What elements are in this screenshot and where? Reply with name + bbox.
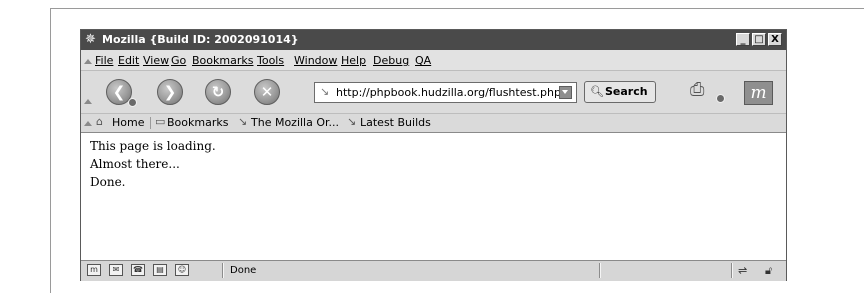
status-bar: m ✉ ☎ ▤ ☺ Done ⇌ 🔓︎: [81, 260, 786, 281]
url-text[interactable]: http://phpbook.hudzilla.org/flushtest.ph…: [336, 86, 561, 99]
print-icon[interactable]: ⎙: [690, 80, 718, 100]
menu-bar: File Edit View Go Bookmarks Tools Window…: [81, 50, 786, 71]
menu-view[interactable]: View: [143, 54, 169, 67]
menu-bookmarks[interactable]: Bookmarks: [192, 54, 253, 67]
status-text: Done: [230, 265, 257, 276]
status-divider: [731, 263, 733, 278]
search-button[interactable]: 🔍︎ Search: [584, 81, 656, 103]
composer-icon[interactable]: ▤: [153, 264, 167, 276]
minimize-button[interactable]: _: [736, 33, 750, 46]
connection-icon[interactable]: ⇌: [738, 264, 747, 277]
bookmark-icon[interactable]: ↘: [238, 115, 247, 128]
print-dropdown-icon[interactable]: [716, 94, 725, 103]
url-input[interactable]: ↘ http://phpbook.hudzilla.org/flushtest.…: [314, 82, 577, 103]
search-icon: 🔍︎: [590, 85, 604, 98]
menu-qa[interactable]: QA: [415, 54, 431, 67]
browser-window: ✵ Mozilla {Build ID: 2002091014} _ □ X F…: [80, 29, 787, 281]
menu-debug[interactable]: Debug: [373, 54, 409, 67]
irc-icon[interactable]: ☺: [175, 264, 189, 276]
page-frame-left: [50, 8, 51, 293]
home-icon[interactable]: ⌂: [96, 115, 103, 128]
url-dropdown-icon[interactable]: [559, 86, 572, 99]
title-bar[interactable]: ✵ Mozilla {Build ID: 2002091014} _ □ X: [81, 30, 786, 50]
lock-icon[interactable]: 🔓︎: [765, 264, 772, 277]
maximize-button[interactable]: □: [752, 33, 766, 46]
folder-icon[interactable]: ▭: [155, 115, 165, 128]
toolbar-grip-icon[interactable]: [84, 59, 92, 64]
content-line: Done.: [90, 175, 126, 189]
stop-icon[interactable]: ✕: [254, 79, 280, 105]
mozilla-m-icon[interactable]: m: [744, 81, 773, 105]
content-line: Almost there...: [90, 157, 180, 171]
menu-tools[interactable]: Tools: [257, 54, 284, 67]
menu-edit[interactable]: Edit: [118, 54, 139, 67]
page-proxy-icon[interactable]: ↘: [320, 85, 329, 98]
bookmarks-button[interactable]: Bookmarks: [167, 116, 228, 129]
toolbar-grip-icon[interactable]: [84, 121, 92, 126]
home-button[interactable]: Home: [112, 116, 144, 129]
menu-help[interactable]: Help: [341, 54, 366, 67]
mail-icon[interactable]: ✉: [109, 264, 123, 276]
bookmark-icon[interactable]: ↘: [347, 115, 356, 128]
page-content: This page is loading. Almost there... Do…: [81, 133, 786, 260]
navigator-icon[interactable]: m: [87, 264, 101, 276]
navigation-toolbar: ❮ ❯ ↻ ✕ ↘ http://phpbook.hudzilla.org/fl…: [81, 71, 786, 114]
status-divider: [222, 263, 224, 278]
reload-icon[interactable]: ↻: [205, 79, 231, 105]
toolbar-separator: [150, 117, 151, 129]
bookmark-mozilla-org[interactable]: The Mozilla Or...: [251, 116, 339, 129]
search-label: Search: [605, 85, 648, 98]
menu-window[interactable]: Window: [294, 54, 337, 67]
back-dropdown-icon[interactable]: [128, 98, 137, 107]
content-line: This page is loading.: [90, 139, 216, 153]
addressbook-icon[interactable]: ☎: [131, 264, 145, 276]
mozilla-icon: ✵: [85, 32, 96, 47]
personal-toolbar: ⌂ Home ▭ Bookmarks ↘ The Mozilla Or... ↘…: [81, 114, 786, 133]
menu-go[interactable]: Go: [171, 54, 186, 67]
bookmark-latest-builds[interactable]: Latest Builds: [360, 116, 431, 129]
toolbar-grip-icon[interactable]: [84, 99, 92, 104]
close-button[interactable]: X: [768, 33, 782, 46]
window-title: Mozilla {Build ID: 2002091014}: [102, 33, 299, 46]
forward-icon[interactable]: ❯: [157, 79, 183, 105]
menu-file[interactable]: File: [95, 54, 113, 67]
status-divider: [599, 263, 601, 278]
page-frame-top: [50, 8, 864, 9]
